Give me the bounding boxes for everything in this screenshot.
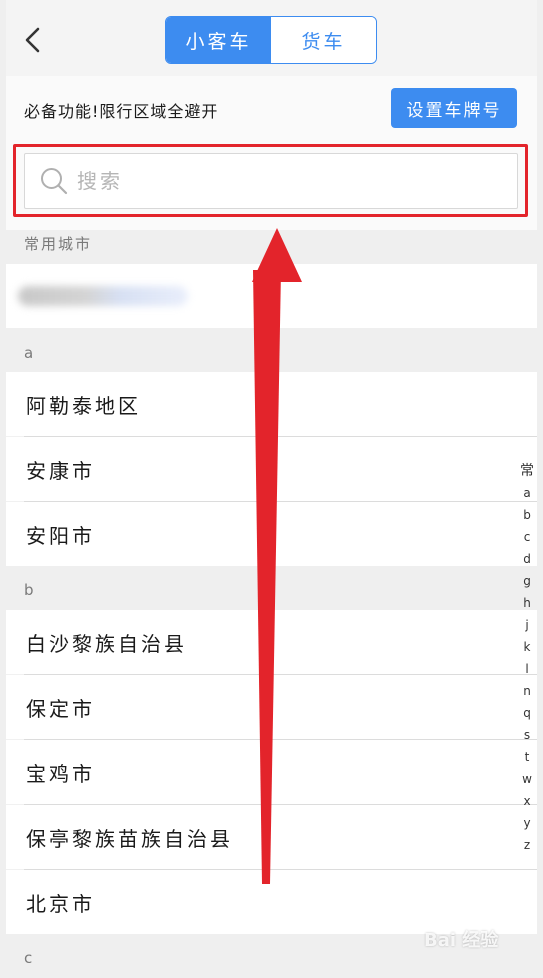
- index-letter[interactable]: j: [525, 614, 528, 636]
- index-letter[interactable]: b: [523, 504, 531, 526]
- promo-row: 必备功能!限行区域全避开 设置车牌号: [6, 76, 537, 140]
- frequent-city-row[interactable]: [6, 264, 537, 328]
- index-letter[interactable]: x: [523, 790, 530, 812]
- app-screen: 小客车 货车 必备功能!限行区域全避开 设置车牌号 常用城市 a 阿勒泰地区 安…: [6, 0, 537, 978]
- tab-car[interactable]: 小客车: [166, 17, 271, 63]
- index-letter[interactable]: h: [523, 592, 531, 614]
- index-letter[interactable]: k: [524, 636, 531, 658]
- back-button[interactable]: [22, 26, 44, 54]
- section-label-frequent: 常用城市: [6, 230, 537, 264]
- section-label-b: b: [6, 566, 537, 610]
- tab-truck[interactable]: 货车: [271, 17, 376, 63]
- index-letter[interactable]: c: [524, 526, 531, 548]
- index-letter[interactable]: t: [525, 746, 530, 768]
- index-letter[interactable]: w: [522, 768, 532, 790]
- city-item[interactable]: 安康市: [6, 437, 537, 501]
- search-input[interactable]: [77, 169, 477, 193]
- index-letter[interactable]: d: [523, 548, 531, 570]
- index-letter[interactable]: s: [524, 724, 530, 746]
- city-item[interactable]: 阿勒泰地区: [6, 372, 537, 436]
- index-letter[interactable]: l: [525, 658, 528, 680]
- alphabet-index-bar[interactable]: 常 a b c d g h j k l n q s t w x y z: [516, 460, 538, 856]
- search-icon: [41, 168, 68, 195]
- index-letter[interactable]: y: [523, 812, 530, 834]
- search-box[interactable]: [24, 153, 518, 209]
- watermark-logo: Bai 经验: [424, 930, 499, 951]
- index-letter[interactable]: 常: [520, 460, 534, 482]
- index-letter[interactable]: n: [523, 680, 531, 702]
- city-item[interactable]: 安阳市: [6, 502, 537, 566]
- city-item[interactable]: 北京市: [6, 870, 537, 934]
- city-item[interactable]: 保亭黎族苗族自治县: [6, 805, 537, 869]
- index-letter[interactable]: a: [523, 482, 530, 504]
- set-plate-button[interactable]: 设置车牌号: [391, 88, 517, 128]
- index-letter[interactable]: q: [523, 702, 531, 724]
- index-letter[interactable]: g: [523, 570, 531, 592]
- blurred-city: [18, 286, 188, 306]
- index-letter[interactable]: z: [524, 834, 530, 856]
- promo-text: 必备功能!限行区域全避开: [24, 102, 219, 121]
- city-item[interactable]: 白沙黎族自治县: [6, 610, 537, 674]
- vehicle-type-toggle: 小客车 货车: [165, 16, 377, 64]
- city-item[interactable]: 宝鸡市: [6, 740, 537, 804]
- search-area: [6, 140, 537, 230]
- chevron-left-icon: [25, 27, 40, 53]
- section-label-a: a: [6, 328, 537, 372]
- city-item[interactable]: 保定市: [6, 675, 537, 739]
- top-bar: 小客车 货车: [6, 0, 537, 76]
